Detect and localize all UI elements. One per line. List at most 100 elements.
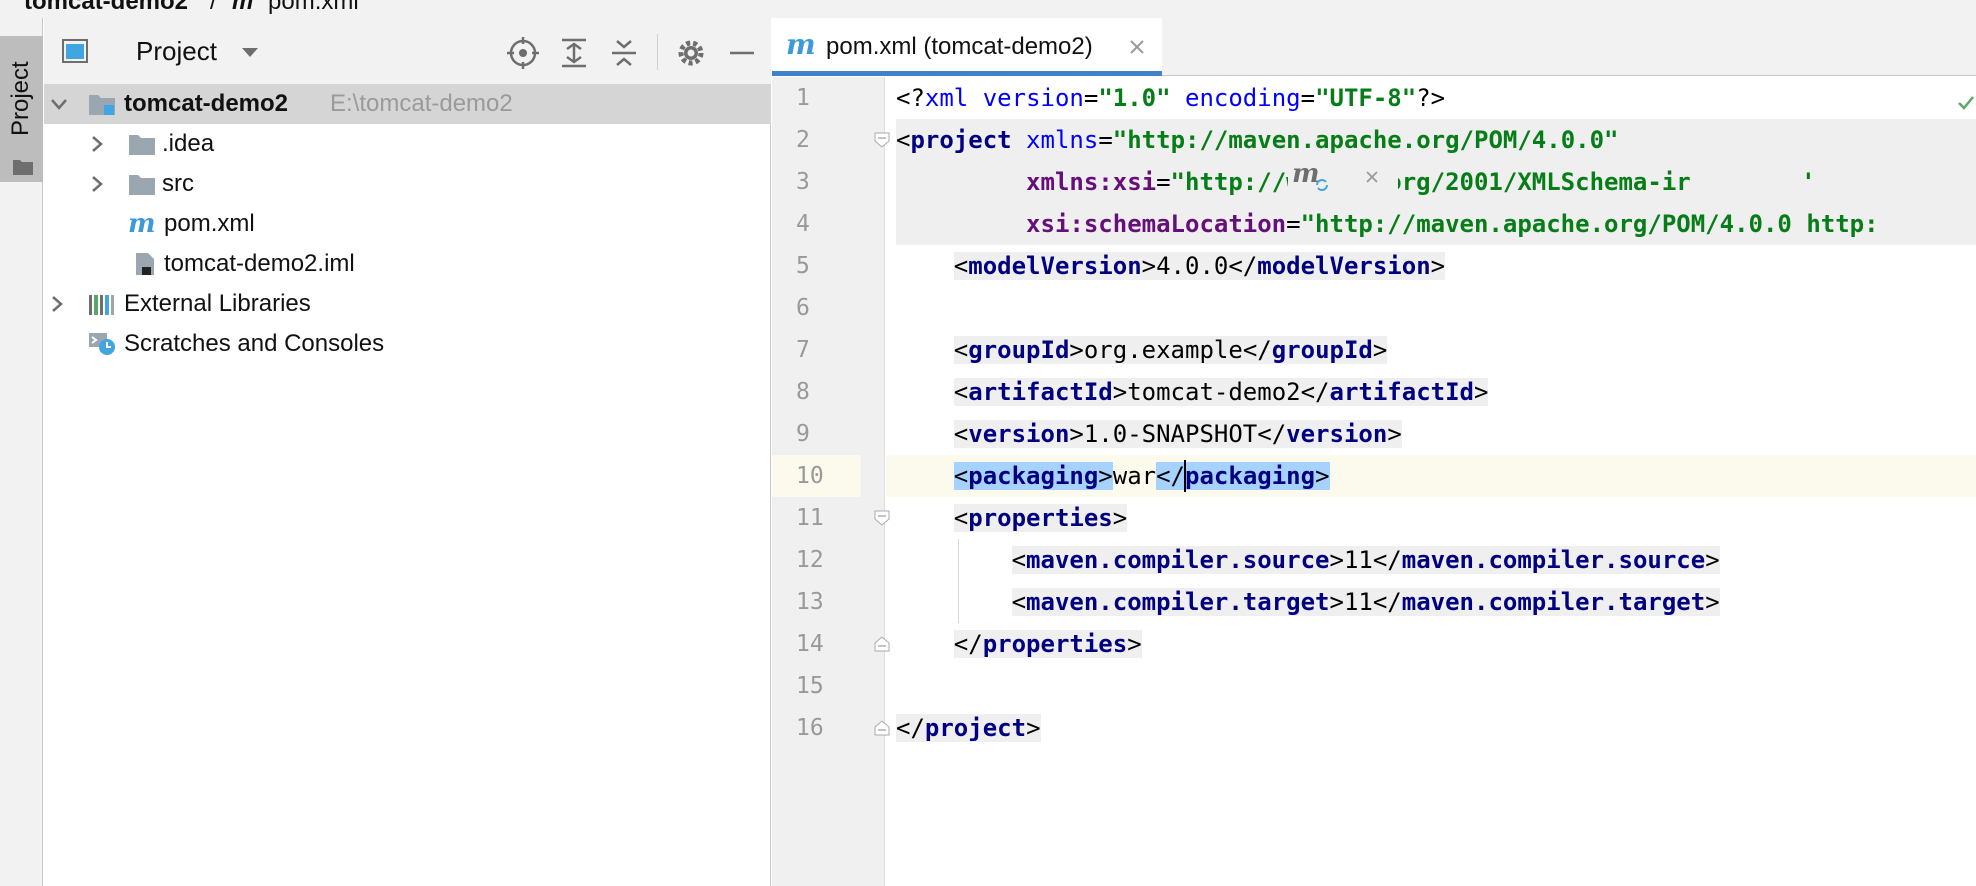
locate-file-icon[interactable] <box>506 36 540 70</box>
token: > <box>1141 252 1157 280</box>
iml-file-icon <box>136 253 154 275</box>
token: "UTF-8" <box>1315 84 1417 112</box>
collapse-all-icon[interactable] <box>607 36 641 70</box>
token: xsi:schemaLocation <box>1026 210 1287 238</box>
folder-icon <box>129 175 155 195</box>
tree-item-label: External Libraries <box>124 290 311 317</box>
code-line-3: xmlns:xsi="http://www.w3.org/2001/XMLSch… <box>896 161 1976 203</box>
token: < <box>953 462 969 490</box>
token: 1.0-SNAPSHOT <box>1083 420 1258 448</box>
checkmark-icon[interactable] <box>1956 93 1976 113</box>
tree-item-external-libraries[interactable]: External Libraries <box>44 284 771 324</box>
line-number: 14 <box>796 631 824 657</box>
code-line-5: <modelVersion>4.0.0</modelVersion> <box>896 245 1446 287</box>
line-number: 16 <box>796 715 824 741</box>
code-line-2: <project xmlns="http://maven.apache.org/… <box>896 119 1976 161</box>
tree-item-iml[interactable]: tomcat-demo2.iml <box>44 244 771 284</box>
token: modelVersion <box>1257 252 1431 280</box>
editor-tab-bar: m pom.xml (tomcat-demo2) <box>772 18 1976 76</box>
token: > <box>1387 420 1402 448</box>
token: encoding <box>1170 84 1301 112</box>
editor-gutter: 1 2 3 4 5 6 7 8 9 10 11 12 13 14 15 16 <box>772 77 890 886</box>
left-tool-stripe: Project <box>0 18 43 886</box>
tree-item-label: pom.xml <box>164 210 255 237</box>
tree-item-pom-xml[interactable]: m pom.xml <box>44 204 771 244</box>
text-caret <box>1184 460 1186 492</box>
breadcrumb-project[interactable]: tomcat-demo2 <box>24 0 188 16</box>
tree-item-scratches[interactable]: Scratches and Consoles <box>44 324 771 364</box>
chevron-right-icon[interactable] <box>88 175 106 193</box>
token: artifactId <box>1329 378 1475 406</box>
project-stripe-label: Project <box>7 61 34 137</box>
line-number: 11 <box>796 505 824 531</box>
project-panel: Project tomcat-demo2 E:\tomcat-demo2 .id… <box>44 18 771 886</box>
code-line-7: <groupId>org.example</groupId> <box>896 329 1388 371</box>
token: xmlns <box>1011 126 1099 154</box>
token: > <box>1329 546 1344 574</box>
breadcrumb-file[interactable]: pom.xml <box>268 0 359 16</box>
code-line-4: xsi:schemaLocation="http://maven.apache.… <box>896 203 1976 245</box>
tree-item-label: Scratches and Consoles <box>124 330 385 357</box>
token: 4.0.0 <box>1156 252 1229 280</box>
token: ' <box>1786 168 1816 196</box>
project-view-title[interactable]: Project <box>136 34 217 68</box>
token: </ <box>1228 252 1258 280</box>
token: properties <box>982 630 1128 658</box>
line-number: 5 <box>796 253 810 279</box>
tree-item-src[interactable]: src <box>44 164 771 204</box>
project-view-icon <box>62 39 88 63</box>
minimize-icon[interactable] <box>725 36 759 70</box>
tree-item-idea[interactable]: .idea <box>44 124 771 164</box>
token: = <box>1098 126 1113 154</box>
token: = <box>1286 210 1301 238</box>
chevron-down-icon[interactable] <box>240 46 260 60</box>
chevron-down-icon[interactable] <box>50 95 68 113</box>
token: > <box>1112 378 1128 406</box>
tab-pom-xml[interactable]: m pom.xml (tomcat-demo2) <box>772 18 1162 76</box>
token: version <box>968 420 1070 448</box>
token: <? <box>896 84 925 112</box>
tree-item-label: src <box>162 170 194 197</box>
line-number: 3 <box>796 169 810 195</box>
token: 11 <box>1343 546 1373 574</box>
token: > <box>1329 588 1344 616</box>
line-number: 12 <box>796 547 824 573</box>
code-line-9: <version>1.0-SNAPSHOT</version> <box>896 413 1402 455</box>
token: war <box>1112 462 1157 490</box>
token: maven.compiler.target <box>1026 588 1330 616</box>
close-icon[interactable] <box>1128 38 1146 56</box>
token: project <box>924 714 1027 742</box>
expand-all-icon[interactable] <box>557 36 591 70</box>
folder-icon <box>129 135 155 155</box>
token: > <box>1069 420 1084 448</box>
gear-icon[interactable] <box>674 36 708 70</box>
project-tool-window-button[interactable]: Project <box>0 36 43 182</box>
tree-item-label: tomcat-demo2 <box>124 90 289 117</box>
token: = <box>1083 84 1099 112</box>
token: maven.compiler.source <box>1401 546 1706 574</box>
token: version <box>968 84 1084 112</box>
tree-item-tomcat-demo2[interactable]: tomcat-demo2 E:\tomcat-demo2 <box>44 84 771 124</box>
token: artifactId <box>968 378 1113 406</box>
code-line-8: <artifactId>tomcat-demo2</artifactId> <box>896 371 1489 413</box>
chevron-right-icon[interactable] <box>88 135 106 153</box>
token: < <box>953 336 969 364</box>
token: </ <box>896 714 925 742</box>
tab-title: pom.xml (tomcat-demo2) <box>826 33 1093 60</box>
code-editor[interactable]: <?xml version="1.0" encoding="UTF-8"?> <… <box>886 77 1976 886</box>
close-icon[interactable] <box>1364 169 1380 185</box>
token: < <box>953 378 969 406</box>
token: 11 <box>1343 588 1373 616</box>
code-line-12: <maven.compiler.source>11</maven.compile… <box>896 539 1720 581</box>
token: > <box>1705 588 1720 616</box>
token: < <box>953 420 969 448</box>
token: < <box>953 252 969 280</box>
token: </ <box>1156 462 1186 490</box>
token: > <box>1069 336 1084 364</box>
chevron-right-icon[interactable] <box>48 295 66 313</box>
token: tomcat-demo2 <box>1127 378 1301 406</box>
